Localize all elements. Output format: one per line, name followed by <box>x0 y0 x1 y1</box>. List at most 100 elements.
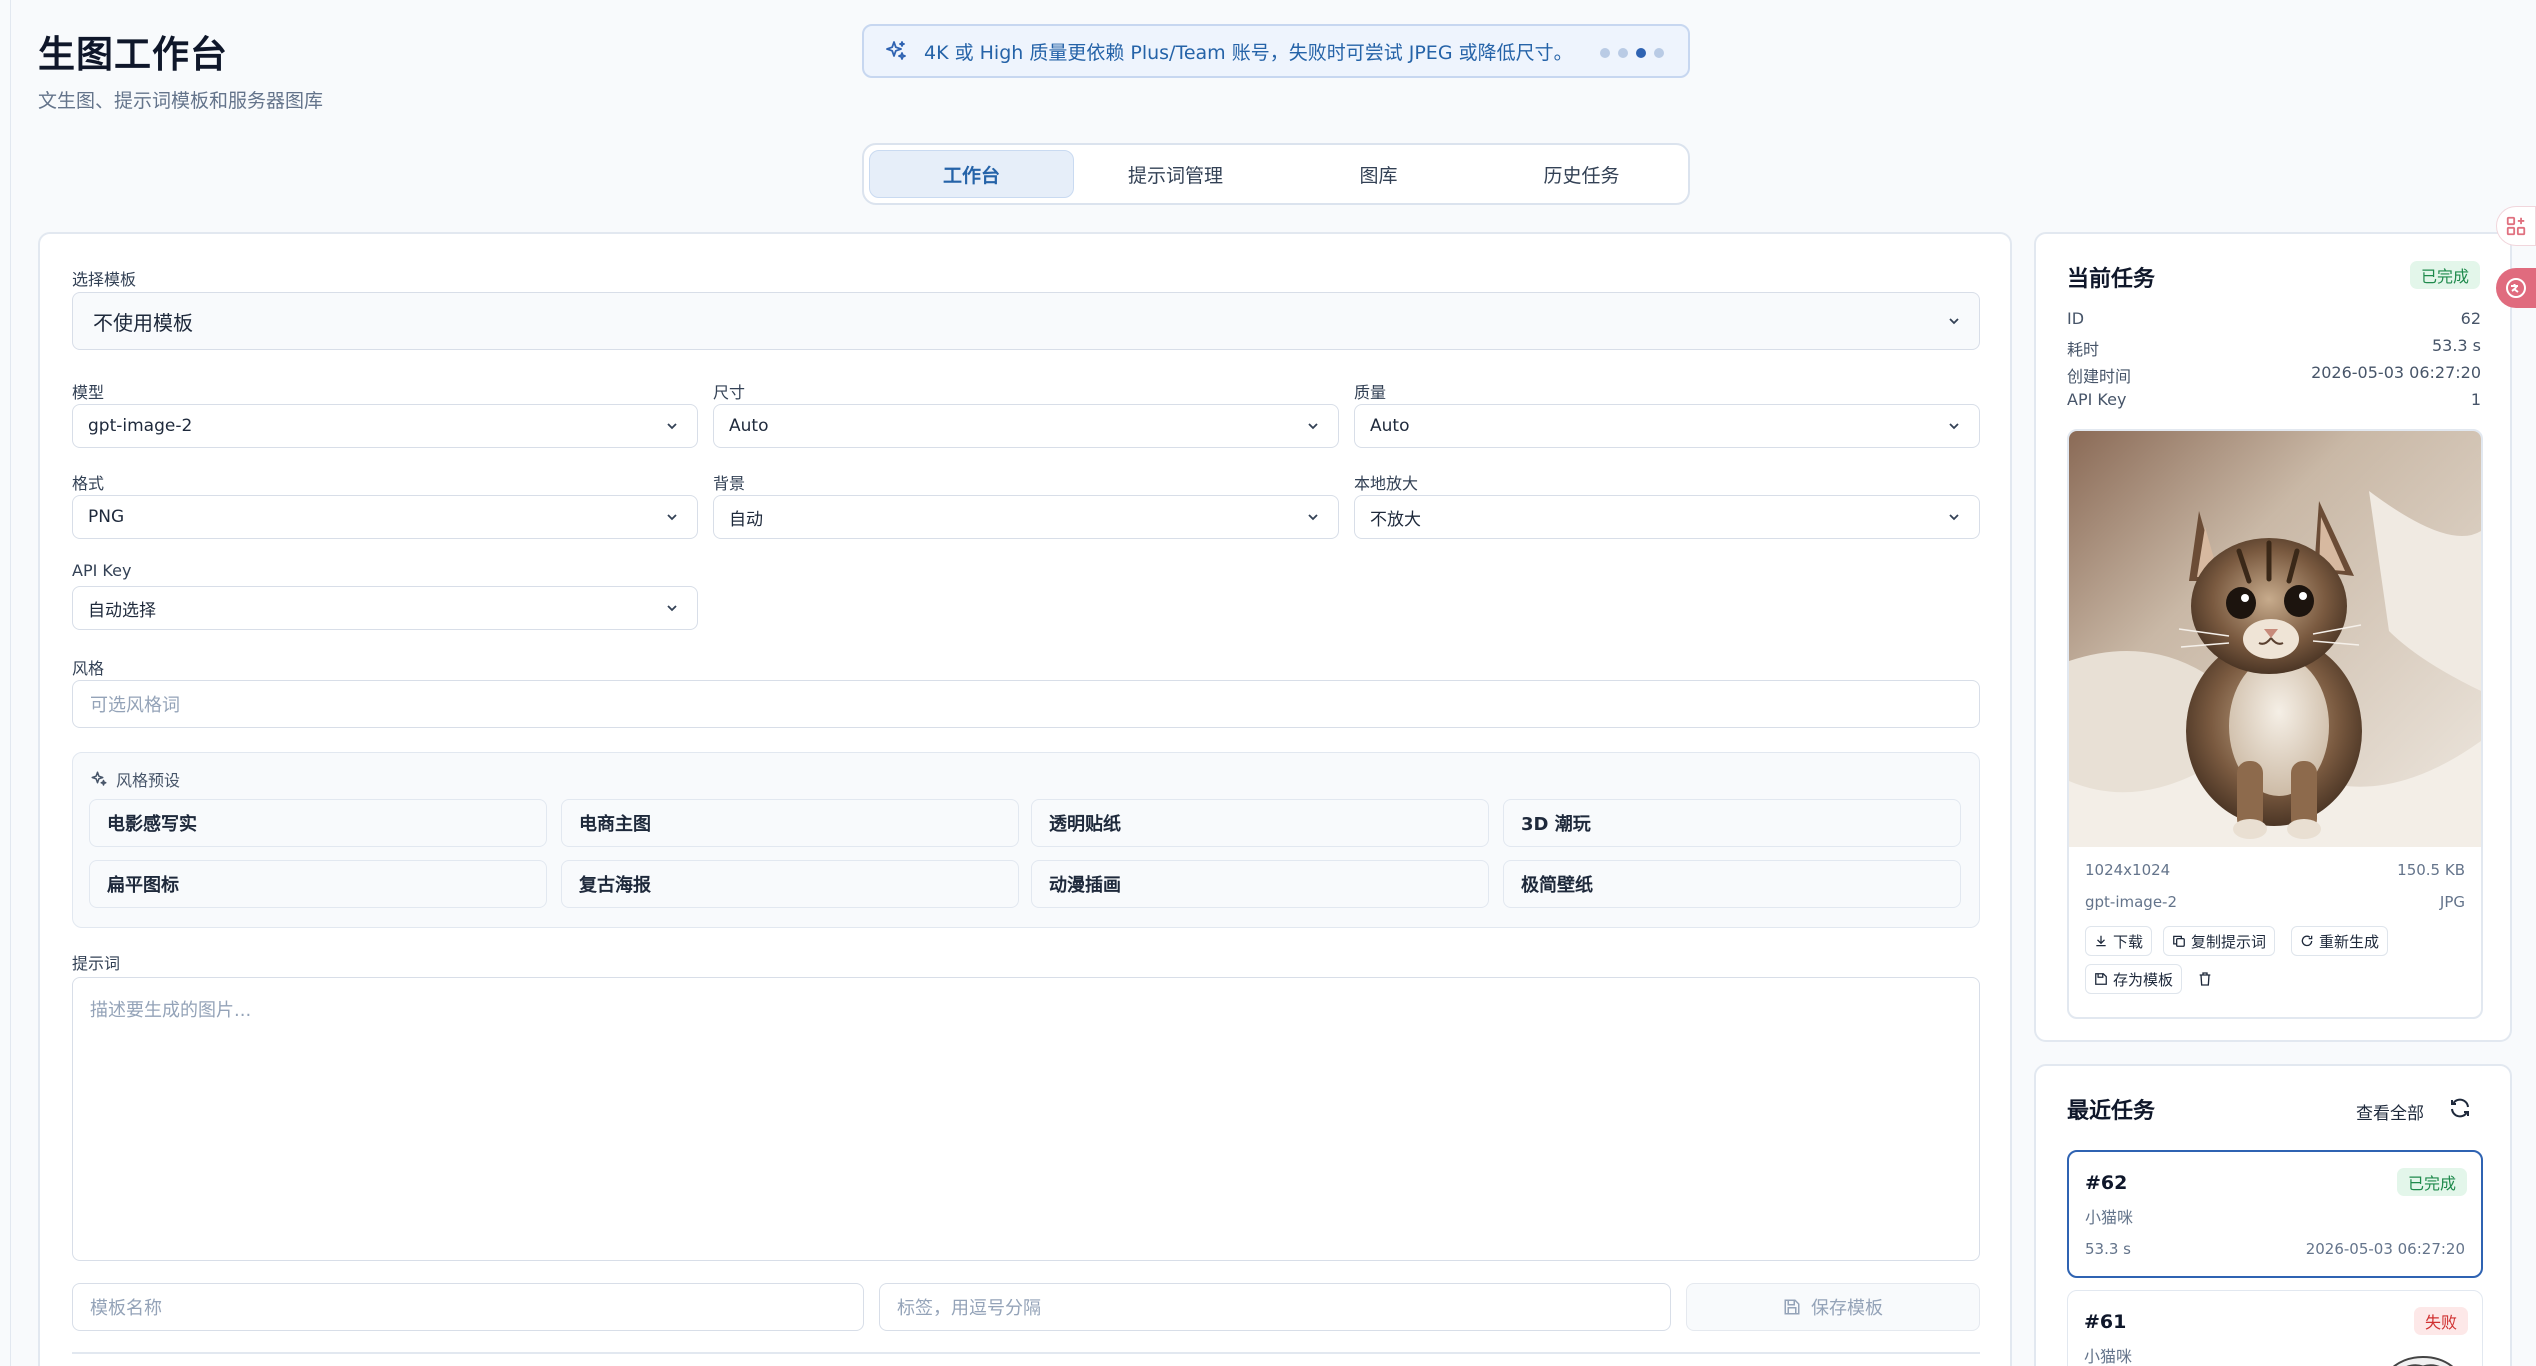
chevron-down-icon <box>1308 423 1318 430</box>
format-label: 格式 <box>72 474 105 493</box>
preset-button[interactable]: 透明贴纸 <box>1031 799 1489 847</box>
result-image-card: 1024x1024 150.5 KB gpt-image-2 JPG 下载 复制… <box>2067 429 2483 1019</box>
apps-float-button[interactable] <box>2496 206 2536 246</box>
trash-icon <box>2199 972 2211 986</box>
save-icon <box>2095 973 2107 985</box>
download-label: 下载 <box>2113 932 2144 951</box>
view-all-link[interactable]: 查看全部 <box>2356 1099 2424 1124</box>
page-title: 生图工作台 <box>38 33 228 76</box>
size-select-value: Auto <box>729 416 769 436</box>
tab-workbench[interactable]: 工作台 <box>869 150 1074 198</box>
current-task-card: 当前任务 已完成 ID 62 耗时 53.3 s 创建时间 2026-05-03… <box>2034 232 2512 1042</box>
delete-button[interactable] <box>2193 964 2222 994</box>
background-select[interactable]: 自动 <box>713 495 1339 539</box>
image-info-row: gpt-image-2 JPG <box>2085 893 2465 911</box>
template-name-input[interactable]: 模板名称 <box>72 1283 864 1331</box>
background-select-value: 自动 <box>729 509 763 530</box>
preset-button[interactable]: 3D 潮玩 <box>1503 799 1961 847</box>
tab-history[interactable]: 历史任务 <box>1480 150 1683 198</box>
preset-button[interactable]: 扁平图标 <box>89 860 547 908</box>
notice-pager[interactable] <box>1600 48 1664 58</box>
notice-dot[interactable] <box>1654 48 1664 58</box>
save-template-button[interactable]: 保存模板 <box>1686 1283 1980 1331</box>
translate-float-button[interactable] <box>2496 268 2536 308</box>
style-input[interactable]: 可选风格词 <box>72 680 1980 728</box>
prompt-textarea[interactable]: 描述要生成的图片... <box>72 977 1980 1261</box>
meta-row-duration: 耗时 53.3 s <box>2067 336 2481 360</box>
background-label: 背景 <box>713 474 746 493</box>
status-badge: 已完成 <box>2396 1168 2467 1196</box>
upscale-select[interactable]: 不放大 <box>1354 495 1980 539</box>
apikey-select-value: 自动选择 <box>88 600 156 621</box>
style-preset-title: 风格预设 <box>116 771 181 790</box>
style-label: 风格 <box>72 659 105 678</box>
notice-dot-active[interactable] <box>1636 48 1646 58</box>
sparkle-icon <box>91 771 107 786</box>
style-input-placeholder: 可选风格词 <box>90 695 180 716</box>
preset-button[interactable]: 电商主图 <box>561 799 1019 847</box>
meta-key: API Key <box>2067 390 2127 409</box>
apikey-select[interactable]: 自动选择 <box>72 586 698 630</box>
meta-key: 耗时 <box>2067 340 2100 359</box>
format-select[interactable]: PNG <box>72 495 698 539</box>
task-thumbnail <box>2392 1356 2454 1366</box>
download-icon <box>2096 935 2106 947</box>
image-info-row: 1024x1024 150.5 KB <box>2085 861 2465 879</box>
meta-row-created: 创建时间 2026-05-03 06:27:20 <box>2067 363 2481 387</box>
meta-value: 2026-05-03 06:27:20 <box>2311 363 2481 382</box>
preset-button[interactable]: 复古海报 <box>561 860 1019 908</box>
task-duration: 53.3 s <box>2085 1240 2131 1258</box>
quality-select[interactable]: Auto <box>1354 404 1980 448</box>
copy-prompt-button[interactable]: 复制提示词 <box>2163 926 2276 956</box>
task-prompt: 小猫咪 <box>2085 1208 2134 1227</box>
preset-button[interactable]: 动漫插画 <box>1031 860 1489 908</box>
prompt-placeholder: 描述要生成的图片... <box>90 1000 252 1021</box>
notice-dot[interactable] <box>1600 48 1610 58</box>
refresh-icon[interactable] <box>2448 1096 2472 1120</box>
meta-key: 创建时间 <box>2067 367 2132 386</box>
save-as-template-button[interactable]: 存为模板 <box>2085 964 2183 994</box>
recent-task-item[interactable]: #61 失败 小猫咪 <box>2067 1290 2483 1366</box>
tab-gallery[interactable]: 图库 <box>1277 150 1480 198</box>
template-label: 选择模板 <box>72 270 137 289</box>
model-select[interactable]: gpt-image-2 <box>72 404 698 448</box>
preset-button[interactable]: 电影感写实 <box>89 799 547 847</box>
notice-dot[interactable] <box>1618 48 1628 58</box>
download-button[interactable]: 下载 <box>2085 926 2153 956</box>
size-select[interactable]: Auto <box>713 404 1339 448</box>
model-label: 模型 <box>72 383 105 402</box>
sparkle-icon <box>886 41 906 60</box>
task-time: 2026-05-03 06:27:20 <box>2305 1240 2465 1258</box>
task-id: #61 <box>2084 1311 2127 1333</box>
chevron-down-icon <box>667 423 677 430</box>
divider <box>72 1352 1980 1354</box>
translate-icon <box>2506 278 2526 298</box>
task-meta: 53.3 s 2026-05-03 06:27:20 <box>2085 1240 2465 1258</box>
recent-task-item[interactable]: #62 已完成 小猫咪 53.3 s 2026-05-03 06:27:20 <box>2067 1150 2483 1278</box>
page-subtitle: 文生图、提示词模板和服务器图库 <box>38 90 324 112</box>
upscale-label: 本地放大 <box>1354 474 1419 493</box>
task-id: #62 <box>2085 1172 2128 1194</box>
chevron-down-icon <box>1949 318 1959 325</box>
template-select-value: 不使用模板 <box>93 310 193 335</box>
copy-prompt-label: 复制提示词 <box>2191 932 2267 951</box>
generation-form-panel: 选择模板 不使用模板 模型 gpt-image-2 尺寸 Auto 质量 Aut… <box>38 232 2012 1366</box>
style-preset-header: 风格预设 <box>90 767 180 791</box>
meta-value: 1 <box>2470 390 2481 409</box>
image-filesize: 150.5 KB <box>2397 861 2465 879</box>
chevron-down-icon <box>1949 514 1959 521</box>
refresh-icon <box>2301 935 2313 947</box>
main-tabs: 工作台 提示词管理 图库 历史任务 <box>862 143 1690 205</box>
template-name-placeholder: 模板名称 <box>90 1298 162 1319</box>
chevron-down-icon <box>1949 423 1959 430</box>
tags-input[interactable]: 标签，用逗号分隔 <box>879 1283 1671 1331</box>
regenerate-button[interactable]: 重新生成 <box>2291 926 2389 956</box>
model-select-value: gpt-image-2 <box>88 416 193 436</box>
generated-image[interactable] <box>2069 431 2481 847</box>
tab-prompt-management[interactable]: 提示词管理 <box>1074 150 1277 198</box>
template-select[interactable]: 不使用模板 <box>72 292 1980 350</box>
preset-button[interactable]: 极简壁纸 <box>1503 860 1961 908</box>
current-task-title: 当前任务 <box>2067 267 2156 292</box>
recent-tasks-card: 最近任务 查看全部 #62 已完成 小猫咪 53.3 s 2026-05-03 … <box>2034 1064 2512 1366</box>
prompt-label: 提示词 <box>72 954 121 973</box>
